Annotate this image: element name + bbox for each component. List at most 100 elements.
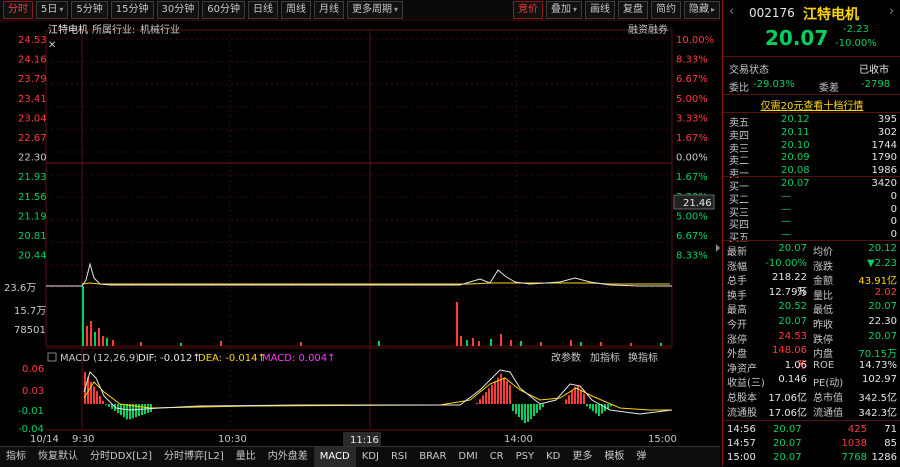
volume-bars [82, 286, 662, 346]
period-5day[interactable]: 5日▾ [36, 1, 68, 19]
stat-value: 20.07 [763, 243, 807, 254]
tab-8[interactable]: RSI [385, 447, 413, 467]
bids-row[interactable]: 买五—0 [723, 229, 900, 243]
tab-11[interactable]: CR [484, 447, 510, 467]
tab-15[interactable]: 模板 [598, 447, 630, 467]
period-intraday[interactable]: 分时 [3, 1, 33, 19]
volume-bar [478, 341, 480, 346]
bids-label: 买五 [729, 229, 749, 244]
volume-bar [630, 343, 632, 346]
bids-volume: 0 [863, 191, 897, 202]
volume-bar [94, 332, 96, 346]
bids-price: — [781, 191, 791, 202]
tab-16[interactable]: 弹 [630, 447, 652, 467]
stat-label: 昨收 [813, 316, 833, 331]
tab-1[interactable]: 恢复默认 [32, 447, 84, 467]
price-axis: 24.5324.1623.7923.4123.0422.6722.3021.93… [18, 35, 47, 262]
tick-row: 14:5720.07103885 [723, 438, 900, 452]
volume-bar [82, 286, 84, 346]
stat-label: ROE [813, 360, 834, 371]
macd-bar [524, 404, 526, 423]
chevron-left-icon[interactable]: ‹ [729, 4, 734, 19]
current-price-tag-text: 21.46 [683, 198, 712, 209]
stat-row: 换手12.79%量比2.02 [723, 287, 900, 301]
period-weekly[interactable]: 周线 [281, 1, 311, 19]
price-change-pct: -10.00% [835, 38, 877, 49]
intraday-chart[interactable]: 江特电机 所属行业: 机械行业 融资融券 ✕ 24.5324.1623.7923… [0, 20, 720, 446]
volume-bar [490, 339, 492, 346]
draw-line-button[interactable]: 画线 [585, 1, 615, 19]
stat-value: 17.06亿 [763, 389, 807, 404]
stat-value: 0.146 [763, 374, 807, 385]
chevron-right-icon[interactable]: › [889, 4, 894, 19]
price-tick: 23.79 [18, 74, 47, 85]
period-15min[interactable]: 15分钟 [111, 1, 154, 19]
tab-14[interactable]: 更多 [566, 447, 598, 467]
volume-bar [140, 342, 142, 346]
macd-bar [580, 390, 582, 404]
add-indicator-button[interactable]: 加指标 [590, 351, 620, 364]
macd-bar [500, 374, 502, 404]
period-30min[interactable]: 30分钟 [157, 1, 200, 19]
edit-params-button[interactable]: 改参数 [551, 351, 581, 364]
macd-tick-1: 0.03 [22, 386, 44, 397]
macd-tick-2: -0.01 [18, 406, 44, 417]
divider [723, 112, 900, 113]
tab-10[interactable]: DMI [452, 447, 483, 467]
asks-price: 20.08 [781, 165, 810, 176]
level2-promo-link[interactable]: 仅需20元查看十档行情 [723, 97, 900, 111]
period-monthly[interactable]: 月线 [314, 1, 344, 19]
pct-tick: 5.00% [676, 94, 708, 105]
volume-bar [472, 338, 474, 346]
pct-tick: 1.67% [676, 133, 708, 144]
tab-2[interactable]: 分时DDX[L2] [84, 447, 158, 467]
simple-button[interactable]: 简约 [651, 1, 681, 19]
switch-indicator-button[interactable]: 换指标 [628, 351, 658, 364]
indicator-tabs: 指标恢复默认分时DDX[L2]分时博弈[L2]量比内外盘差MACDKDJRSIB… [0, 446, 720, 467]
tick-row: 15:0020.0777681286 [723, 452, 900, 466]
macd-bar [102, 401, 104, 404]
macd-dea: DEA: -0.014↑ [198, 353, 266, 364]
hide-button[interactable]: 隐藏▸ [684, 1, 720, 19]
overlay-button[interactable]: 叠加▾ [546, 1, 582, 19]
tab-9[interactable]: BRAR [413, 447, 452, 467]
chevron-right-icon[interactable] [716, 244, 720, 252]
replay-button[interactable]: 复盘 [618, 1, 648, 19]
stat-label: 涨停 [727, 331, 747, 346]
bids-price: — [781, 204, 791, 215]
tab-4[interactable]: 量比 [230, 447, 262, 467]
stat-label: 今开 [727, 316, 747, 331]
macd-bar [598, 404, 600, 416]
macd-settings-icon[interactable] [48, 353, 56, 361]
stat-value: 20.07 [763, 316, 807, 327]
tab-13[interactable]: KD [540, 447, 566, 467]
stat-value: 14.73% [849, 360, 897, 371]
tab-7[interactable]: KDJ [356, 447, 385, 467]
volume-bar [378, 341, 380, 346]
volume-bar [90, 321, 92, 346]
close-overlay-icon[interactable]: ✕ [48, 40, 56, 51]
status-label: 交易状态 [729, 61, 769, 76]
tick-price: 20.07 [773, 438, 802, 449]
macd-bar [129, 404, 131, 419]
time-tick-1030: 10:30 [218, 434, 247, 445]
stat-label: 换手 [727, 287, 747, 302]
pct-tick: 1.67% [676, 172, 708, 183]
stat-label: PE(动) [813, 374, 843, 389]
period-5min[interactable]: 5分钟 [71, 1, 107, 19]
macd-bar [506, 381, 508, 404]
period-more[interactable]: 更多周期▾ [347, 1, 403, 19]
tab-5[interactable]: 内外盘差 [262, 447, 314, 467]
volume-bar [500, 334, 502, 346]
tab-12[interactable]: PSY [510, 447, 541, 467]
period-60min[interactable]: 60分钟 [202, 1, 245, 19]
tab-0[interactable]: 指标 [0, 447, 32, 467]
stat-row: 总手218.22万金额43.91亿 [723, 272, 900, 286]
period-daily[interactable]: 日线 [248, 1, 278, 19]
tab-6[interactable]: MACD [314, 447, 356, 467]
tab-3[interactable]: 分时博弈[L2] [158, 447, 230, 467]
stat-label: 均价 [813, 243, 833, 258]
auction-button[interactable]: 竞价 [513, 1, 543, 19]
macd-bar [518, 404, 520, 417]
percent-axis: 10.00%8.33%6.67%5.00%3.33%1.67%0.00%1.67… [676, 35, 714, 262]
